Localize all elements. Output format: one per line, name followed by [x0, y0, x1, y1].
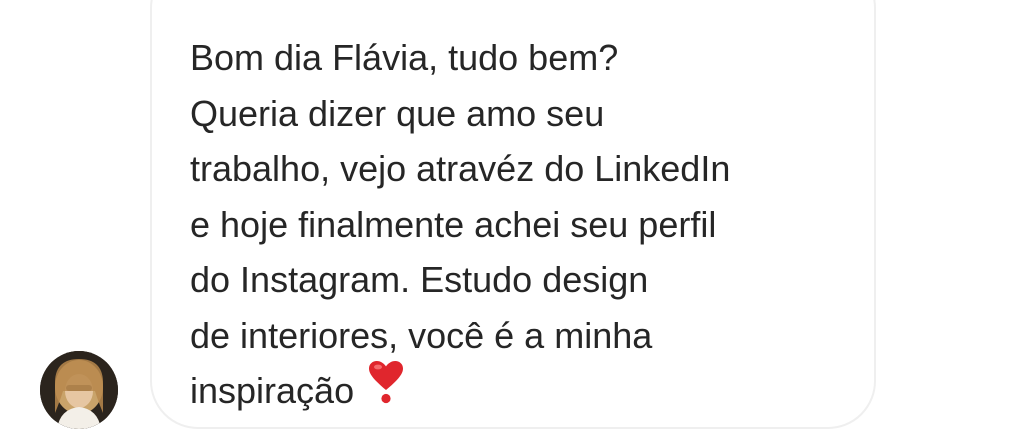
- avatar[interactable]: [40, 351, 118, 429]
- message-line-text: inspiração: [190, 370, 355, 411]
- avatar-photo: [40, 351, 118, 429]
- message-line: Queria dizer que amo seu: [190, 92, 605, 134]
- message-line: do Instagram. Estudo design: [190, 259, 649, 300]
- message-line: de interiores, você é a minha: [190, 314, 653, 356]
- message-line: e hoje finalmente achei seu perfil: [190, 203, 717, 245]
- message-line: Bom dia Flávia, tudo bem?: [190, 37, 619, 78]
- message-line: trabalho, vejo atravéz do LinkedIn: [190, 148, 731, 189]
- heart-exclamation-icon: [368, 360, 404, 420]
- message-last-line: inspiração: [190, 360, 860, 420]
- message-text: Bom dia Flávia, tudo bem? Queria dizer q…: [190, 30, 860, 419]
- message-thread: Bom dia Flávia, tudo bem? Queria dizer q…: [0, 0, 1024, 434]
